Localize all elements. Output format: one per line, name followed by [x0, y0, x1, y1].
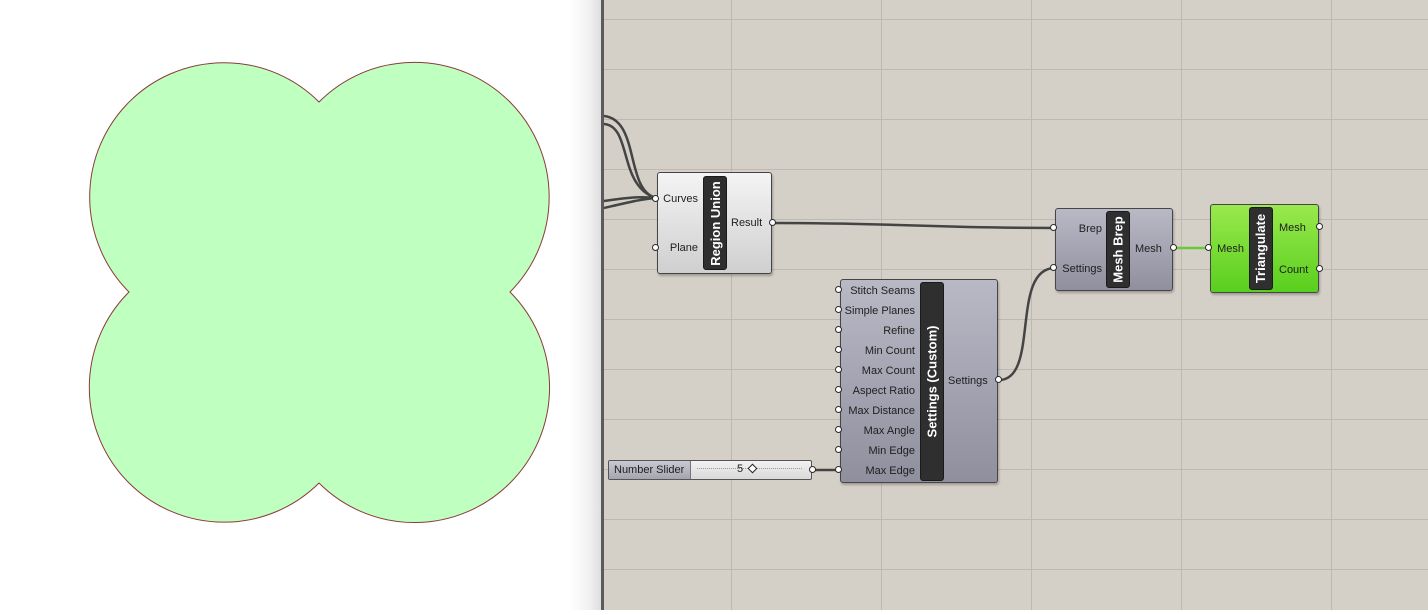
number-slider-value: 5	[737, 463, 744, 475]
grip-settings-out[interactable]	[995, 376, 1002, 383]
input-max-count: Max Count	[861, 365, 915, 377]
grip-stitch-seams[interactable]	[835, 286, 842, 293]
settings-custom-component[interactable]: Settings (Custom) Stitch Seams Simple Pl…	[840, 279, 998, 483]
number-slider-label: Number Slider	[609, 461, 691, 479]
region-union-component[interactable]: Region Union Curves Plane Result	[657, 172, 772, 274]
triangulate-component[interactable]: Triangulate Mesh Mesh Count	[1210, 204, 1319, 293]
input-max-angle: Max Angle	[863, 425, 915, 437]
output-mesh: Mesh	[1135, 243, 1162, 255]
grip-min-edge[interactable]	[835, 446, 842, 453]
input-mesh: Mesh	[1217, 243, 1244, 255]
triangulate-title: Triangulate	[1249, 207, 1273, 290]
input-refine: Refine	[883, 325, 915, 337]
grip-max-edge[interactable]	[835, 466, 842, 473]
grip-brep[interactable]	[1050, 224, 1057, 231]
input-max-edge: Max Edge	[865, 465, 915, 477]
grip-max-angle[interactable]	[835, 426, 842, 433]
grip-count-out[interactable]	[1316, 265, 1323, 272]
input-plane: Plane	[669, 242, 698, 254]
grip-simple-planes[interactable]	[835, 306, 842, 313]
input-stitch-seams: Stitch Seams	[850, 285, 915, 297]
output-settings: Settings	[948, 375, 988, 387]
input-brep: Brep	[1078, 223, 1102, 235]
grip-aspect-ratio[interactable]	[835, 386, 842, 393]
grip-triangulate-mesh-out[interactable]	[1316, 223, 1323, 230]
output-count: Count	[1279, 264, 1309, 276]
input-min-count: Min Count	[864, 345, 915, 357]
grip-min-count[interactable]	[835, 346, 842, 353]
grip-mesh-out[interactable]	[1170, 244, 1177, 251]
region-union-title: Region Union	[703, 176, 727, 270]
input-simple-planes: Simple Planes	[844, 305, 915, 317]
output-mesh: Mesh	[1279, 222, 1306, 234]
input-curves: Curves	[663, 193, 698, 205]
number-slider[interactable]: Number Slider 5	[608, 460, 812, 480]
grip-slider-out[interactable]	[809, 466, 816, 473]
grip-result[interactable]	[769, 219, 776, 226]
mesh-brep-component[interactable]: Mesh Brep Brep Settings Mesh	[1055, 208, 1173, 291]
mesh-brep-title: Mesh Brep	[1106, 211, 1130, 288]
grip-settings-in[interactable]	[1050, 264, 1057, 271]
output-result: Result	[731, 217, 763, 229]
input-min-edge: Min Edge	[868, 445, 915, 457]
input-settings: Settings	[1062, 263, 1102, 275]
wire-layer	[603, 114, 1209, 472]
input-aspect-ratio: Aspect Ratio	[852, 385, 915, 397]
settings-custom-title: Settings (Custom)	[920, 282, 944, 481]
grip-max-distance[interactable]	[835, 406, 842, 413]
grip-refine[interactable]	[835, 326, 842, 333]
input-max-distance: Max Distance	[848, 405, 915, 417]
grip-max-count[interactable]	[835, 366, 842, 373]
grip-plane[interactable]	[652, 244, 659, 251]
grip-curves[interactable]	[652, 195, 659, 202]
grip-triangulate-mesh-in[interactable]	[1205, 244, 1212, 251]
